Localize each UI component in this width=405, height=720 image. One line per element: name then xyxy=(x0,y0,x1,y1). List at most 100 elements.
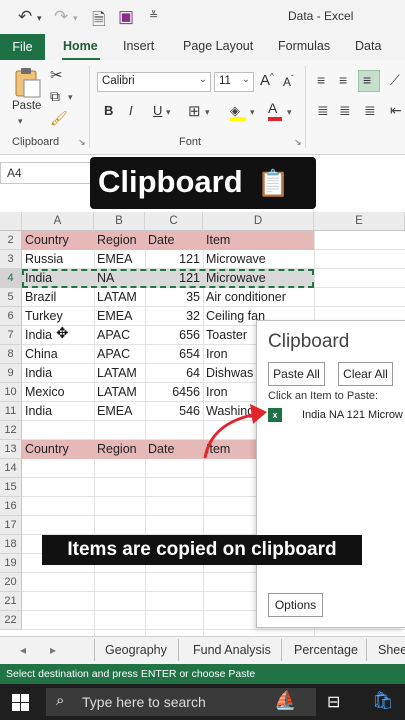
table-cell[interactable]: 64 xyxy=(145,366,203,380)
paste-all-button[interactable]: Paste All xyxy=(268,362,325,386)
clipboard-item[interactable]: x India NA 121 Microw xyxy=(268,407,405,427)
font-launcher-icon[interactable]: ↘ xyxy=(294,137,302,148)
task-view-icon[interactable]: ⊟ xyxy=(327,692,340,712)
table-cell[interactable]: India xyxy=(22,404,94,418)
copy-dropdown-icon[interactable]: ▾ xyxy=(68,92,73,103)
sheet-tab-next[interactable]: Shee xyxy=(378,643,405,657)
table-cell[interactable]: LATAM xyxy=(94,366,145,380)
fill-dropdown-icon[interactable]: ▾ xyxy=(250,107,255,118)
row-header[interactable]: 14 xyxy=(0,459,22,478)
paste-label[interactable]: Paste xyxy=(12,100,41,112)
header-cell-region[interactable]: Region xyxy=(94,233,145,247)
row-header[interactable]: 6 xyxy=(0,307,22,326)
column-header-d[interactable]: D xyxy=(203,212,314,231)
row-header[interactable]: 17 xyxy=(0,516,22,535)
tab-home[interactable]: Home xyxy=(63,39,98,53)
row-header[interactable]: 3 xyxy=(0,250,22,269)
table-cell[interactable]: Russia xyxy=(22,252,94,266)
table-cell[interactable]: Microwave xyxy=(203,271,314,285)
sheet-tab-percentage[interactable]: Percentage xyxy=(294,643,358,657)
table-cell[interactable]: APAC xyxy=(94,347,145,361)
row-header[interactable]: 18 xyxy=(0,535,22,554)
table-cell[interactable]: 654 xyxy=(145,347,203,361)
paste-dropdown-icon[interactable]: ▾ xyxy=(18,116,23,127)
decrease-font-size-button[interactable]: Aˇ xyxy=(283,74,294,89)
tab-data[interactable]: Data xyxy=(355,39,381,53)
column-header-c[interactable]: C xyxy=(145,212,203,231)
row-header[interactable]: 16 xyxy=(0,497,22,516)
align-left-icon[interactable]: ≣ xyxy=(317,102,329,119)
sheet-tab-geography[interactable]: Geography xyxy=(105,643,167,657)
indent-icon[interactable]: ⇤ xyxy=(390,102,402,119)
table-cell[interactable]: China xyxy=(22,347,94,361)
scroll-left-icon[interactable]: ◂ xyxy=(20,643,26,657)
format-painter-icon[interactable]: 🖌 xyxy=(50,110,68,127)
table-cell[interactable]: Air conditioner xyxy=(203,290,314,304)
table-cell[interactable]: Turkey xyxy=(22,309,94,323)
save-icon[interactable]: ▣ xyxy=(118,7,134,27)
row-header[interactable]: 22 xyxy=(0,611,22,630)
table-cell[interactable]: 6456 xyxy=(145,385,203,399)
table-cell[interactable]: LATAM xyxy=(94,385,145,399)
header-cell-item[interactable]: Item xyxy=(203,233,314,247)
undo-dropdown-icon[interactable]: ▾ xyxy=(37,13,42,24)
row-header[interactable]: 8 xyxy=(0,345,22,364)
table-cell[interactable]: EMEA xyxy=(94,252,145,266)
fill-color-button[interactable]: ◈ xyxy=(230,102,248,122)
column-header-b[interactable]: B xyxy=(94,212,145,231)
align-right-icon[interactable]: ≣ xyxy=(364,102,376,119)
align-center-icon[interactable]: ≣ xyxy=(339,102,351,119)
row-header[interactable]: 11 xyxy=(0,402,22,421)
font-color-button[interactable]: A xyxy=(268,100,284,122)
tab-file[interactable]: File xyxy=(0,34,45,60)
tab-formulas[interactable]: Formulas xyxy=(278,39,330,53)
font-name-combo[interactable]: Calibri ⌄ xyxy=(97,72,211,92)
row-header[interactable]: 4 xyxy=(0,269,22,288)
redo-dropdown-icon[interactable]: ▾ xyxy=(73,13,78,24)
top-align-icon[interactable]: ≡ xyxy=(317,72,325,88)
row-header[interactable]: 9 xyxy=(0,364,22,383)
orientation-icon[interactable]: ⟋ xyxy=(390,72,400,89)
windows-start-icon[interactable] xyxy=(12,694,29,711)
copy-icon[interactable]: ⧉ xyxy=(50,88,60,105)
table-cell[interactable]: India xyxy=(22,366,94,380)
table-cell[interactable]: LATAM xyxy=(94,290,145,304)
underline-dropdown-icon[interactable]: ▾ xyxy=(166,107,171,118)
table-cell[interactable]: APAC xyxy=(94,328,145,342)
font-color-dropdown-icon[interactable]: ▾ xyxy=(287,107,292,118)
print-preview-icon[interactable]: 🗎 xyxy=(92,7,106,36)
middle-align-icon[interactable]: ≡ xyxy=(339,72,347,88)
table-cell[interactable]: 32 xyxy=(145,309,203,323)
customize-toolbar-icon[interactable]: ≚ xyxy=(149,9,158,22)
table-cell[interactable]: Mexico xyxy=(22,385,94,399)
redo-icon[interactable]: ↷ xyxy=(54,7,68,27)
table-cell[interactable]: EMEA xyxy=(94,309,145,323)
column-header-a[interactable]: A xyxy=(22,212,94,231)
sheet-tab-fund-analysis[interactable]: Fund Analysis xyxy=(193,643,271,657)
table-cell[interactable]: 35 xyxy=(145,290,203,304)
scroll-right-icon[interactable]: ▸ xyxy=(50,643,56,657)
header-cell-date[interactable]: Date xyxy=(145,233,203,247)
bold-button[interactable]: B xyxy=(104,103,113,118)
undo-icon[interactable]: ↶ xyxy=(18,7,32,27)
taskbar-search-box[interactable]: ⌕ Type here to search ⛵ xyxy=(46,688,316,716)
row-header[interactable]: 21 xyxy=(0,592,22,611)
row-header[interactable]: 20 xyxy=(0,573,22,592)
clear-all-button[interactable]: Clear All xyxy=(338,362,393,386)
table-cell[interactable]: India xyxy=(22,271,94,285)
row-header[interactable]: 5 xyxy=(0,288,22,307)
row-header[interactable]: 2 xyxy=(0,231,22,250)
tab-insert[interactable]: Insert xyxy=(123,39,154,53)
row-header[interactable]: 19 xyxy=(0,554,22,573)
second-header-region[interactable]: Region xyxy=(94,442,145,456)
bottom-align-button[interactable]: ≡ xyxy=(358,70,380,92)
row-header[interactable]: 15 xyxy=(0,478,22,497)
increase-font-size-button[interactable]: A^ xyxy=(260,72,274,89)
clipboard-launcher-icon[interactable]: ↘ xyxy=(78,137,86,148)
table-cell[interactable]: 121 xyxy=(145,271,203,285)
store-icon[interactable]: 🛍 xyxy=(372,691,394,711)
cut-icon[interactable]: ✂ xyxy=(50,66,63,84)
table-cell[interactable]: 656 xyxy=(145,328,203,342)
column-header-e[interactable]: E xyxy=(314,212,405,231)
underline-button[interactable]: U xyxy=(153,103,162,118)
